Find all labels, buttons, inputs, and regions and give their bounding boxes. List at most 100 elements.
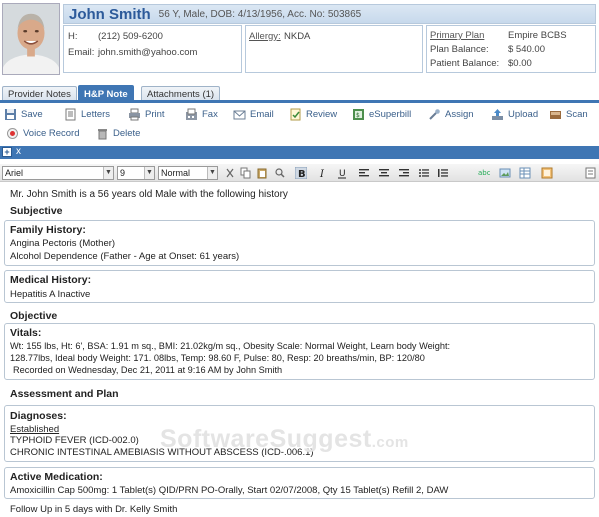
- medical-history-title: Medical History:: [10, 274, 92, 286]
- paste-icon[interactable]: [256, 167, 268, 179]
- template-icon[interactable]: [541, 167, 553, 179]
- voice-record-label: Voice Record: [23, 127, 80, 139]
- esuperbill-button[interactable]: $ eSuperbill: [352, 105, 411, 123]
- email-button[interactable]: Email: [233, 105, 274, 123]
- print-button[interactable]: Print: [128, 105, 165, 123]
- upload-icon: [491, 108, 504, 121]
- review-label: Review: [306, 108, 338, 120]
- medication-section: Active Medication: Amoxicillin Cap 500mg…: [4, 467, 595, 499]
- medical-history-section: Medical History: Hepatitis A Inactive: [4, 270, 595, 303]
- record-icon: [6, 127, 19, 140]
- bullet-list-icon[interactable]: [418, 167, 430, 179]
- svg-text:B: B: [298, 169, 306, 179]
- vitals-line: Wt: 155 lbs, Ht: 6', BSA: 1.91 m sq., BM…: [10, 341, 451, 351]
- medical-history-line: Hepatitis A Inactive: [10, 289, 91, 300]
- phone-label: H:: [68, 31, 78, 42]
- svg-text:I: I: [319, 169, 325, 179]
- family-history-section: Family History: Angina Pectoris (Mother)…: [4, 220, 595, 266]
- objective-heading: Objective: [10, 310, 58, 322]
- subjective-heading: Subjective: [10, 205, 63, 217]
- image-icon[interactable]: [499, 167, 511, 179]
- print-label: Print: [145, 108, 165, 120]
- italic-icon[interactable]: I: [316, 167, 328, 179]
- scan-button[interactable]: Scan: [549, 105, 588, 123]
- save-button[interactable]: Save: [4, 105, 43, 123]
- follow-up: Follow Up in 5 days with Dr. Kelly Smith: [10, 504, 178, 515]
- chevron-down-icon: ▼: [207, 167, 217, 179]
- plan-box: Primary Plan Empire BCBS Plan Balance: $…: [426, 25, 596, 73]
- medication-line: Amoxicillin Cap 500mg: 1 Tablet(s) QID/P…: [10, 485, 449, 496]
- primary-plan-link[interactable]: Primary Plan: [430, 30, 484, 41]
- delete-label: Delete: [113, 127, 141, 139]
- plan-balance-label: Plan Balance:: [430, 44, 489, 55]
- font-family-select[interactable]: Ariel ▼: [2, 166, 114, 180]
- primary-plan-value: Empire BCBS: [508, 30, 567, 41]
- assessment-heading: Assessment and Plan: [10, 388, 119, 400]
- email-value[interactable]: john.smith@yahoo.com: [98, 47, 197, 58]
- align-center-icon[interactable]: [378, 167, 390, 179]
- scan-icon: [549, 108, 562, 121]
- plan-balance-value: $ 540.00: [508, 44, 545, 55]
- letter-icon: [64, 108, 77, 121]
- email-label: Email:: [68, 47, 95, 58]
- allergy-value: NKDA: [284, 31, 311, 42]
- svg-text:abc: abc: [478, 169, 490, 177]
- review-button[interactable]: Review: [289, 105, 337, 123]
- font-family-value: Ariel: [5, 168, 24, 178]
- voice-record-button[interactable]: Voice Record: [6, 124, 80, 142]
- contact-box: H: (212) 509-6200 Email: john.smith@yaho…: [63, 25, 242, 73]
- bold-icon[interactable]: B: [295, 167, 307, 179]
- vitals-recorded: Recorded on Wednesday, Dec 21, 2011 at 9…: [13, 365, 283, 375]
- underline-icon[interactable]: U: [336, 167, 348, 179]
- more-icon[interactable]: [585, 167, 597, 179]
- letters-button[interactable]: Letters: [64, 105, 110, 123]
- letters-label: Letters: [81, 108, 111, 120]
- find-icon[interactable]: [274, 167, 286, 179]
- patient-photo: [2, 3, 60, 75]
- align-left-icon[interactable]: [358, 167, 370, 179]
- watermark-suffix: .com: [371, 434, 409, 451]
- patient-details: 56 Y, Male, DOB: 4/13/1956, Acc. No: 503…: [158, 8, 362, 20]
- assign-button[interactable]: Assign: [428, 105, 474, 123]
- phone-value: (212) 509-6200: [98, 31, 163, 42]
- family-history-line: Angina Pectoris (Mother): [10, 238, 116, 249]
- esuperbill-label: eSuperbill: [369, 108, 412, 120]
- upload-button[interactable]: Upload: [491, 105, 538, 123]
- review-icon: [289, 108, 302, 121]
- delete-button[interactable]: Delete: [96, 124, 140, 142]
- note-intro: Mr. John Smith is a 56 years old Male wi…: [10, 189, 288, 200]
- patient-balance-label: Patient Balance:: [430, 58, 500, 69]
- family-history-title: Family History:: [10, 224, 86, 236]
- chevron-down-icon: ▼: [103, 167, 113, 179]
- superbill-icon: $: [352, 108, 365, 121]
- allergy-link[interactable]: Allergy:: [249, 31, 281, 42]
- toolbar-row-2: Voice Record Delete: [0, 124, 599, 142]
- email-icon: [233, 108, 246, 121]
- allergy-box: Allergy: NKDA: [245, 25, 423, 73]
- font-size-select[interactable]: 9 ▼: [117, 166, 155, 180]
- watermark-text: SoftwareSuggest: [160, 425, 372, 453]
- diagnosis-item: TYPHOID FEVER (ICD-002.0): [10, 435, 139, 446]
- toolbar-row-1: Save Letters Print Fax Email Review $ eS…: [0, 105, 599, 123]
- paragraph-style-select[interactable]: Normal ▼: [158, 166, 218, 180]
- paragraph-style-value: Normal: [161, 168, 191, 178]
- format-toolbar: Ariel ▼ 9 ▼ Normal ▼ B I U abc: [0, 164, 599, 182]
- numbered-list-icon[interactable]: [437, 167, 449, 179]
- spellcheck-icon[interactable]: abc: [478, 167, 490, 179]
- expand-icon[interactable]: +: [2, 147, 12, 157]
- copy-icon[interactable]: [240, 167, 252, 179]
- email-label: Email: [250, 108, 274, 120]
- chevron-down-icon: ▼: [144, 167, 154, 179]
- scan-label: Scan: [566, 108, 588, 120]
- patient-name[interactable]: John Smith: [69, 6, 151, 23]
- family-history-line: Alcohol Dependence (Father - Age at Onse…: [10, 251, 240, 262]
- upload-label: Upload: [508, 108, 539, 120]
- cut-icon[interactable]: [224, 167, 236, 179]
- fax-button[interactable]: Fax: [185, 105, 218, 123]
- editor-header-bar: + x: [0, 146, 599, 159]
- close-icon[interactable]: x: [16, 146, 21, 158]
- trash-icon: [96, 127, 109, 140]
- assign-label: Assign: [445, 108, 474, 120]
- table-icon[interactable]: [519, 167, 531, 179]
- align-right-icon[interactable]: [398, 167, 410, 179]
